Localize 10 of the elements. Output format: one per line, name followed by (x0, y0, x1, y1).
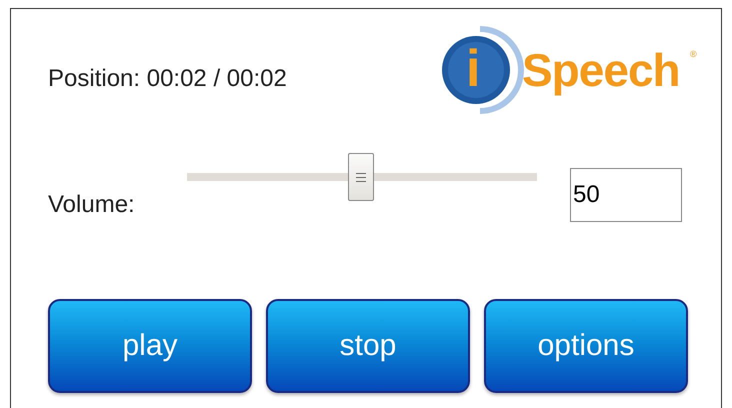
registered-mark: ® (690, 49, 697, 59)
action-button[interactable]: play (48, 299, 252, 393)
logo-letter: i (466, 43, 480, 95)
action-button[interactable]: stop (266, 299, 470, 393)
volume-label: Volume: (48, 191, 136, 219)
position-text: Position: 00:02 / 00:02 (48, 65, 287, 93)
action-button[interactable]: options (484, 299, 688, 393)
slider-thumb[interactable] (348, 153, 374, 201)
logo-text: Speech (522, 47, 680, 93)
volume-input-field[interactable]: 50 (570, 168, 682, 222)
